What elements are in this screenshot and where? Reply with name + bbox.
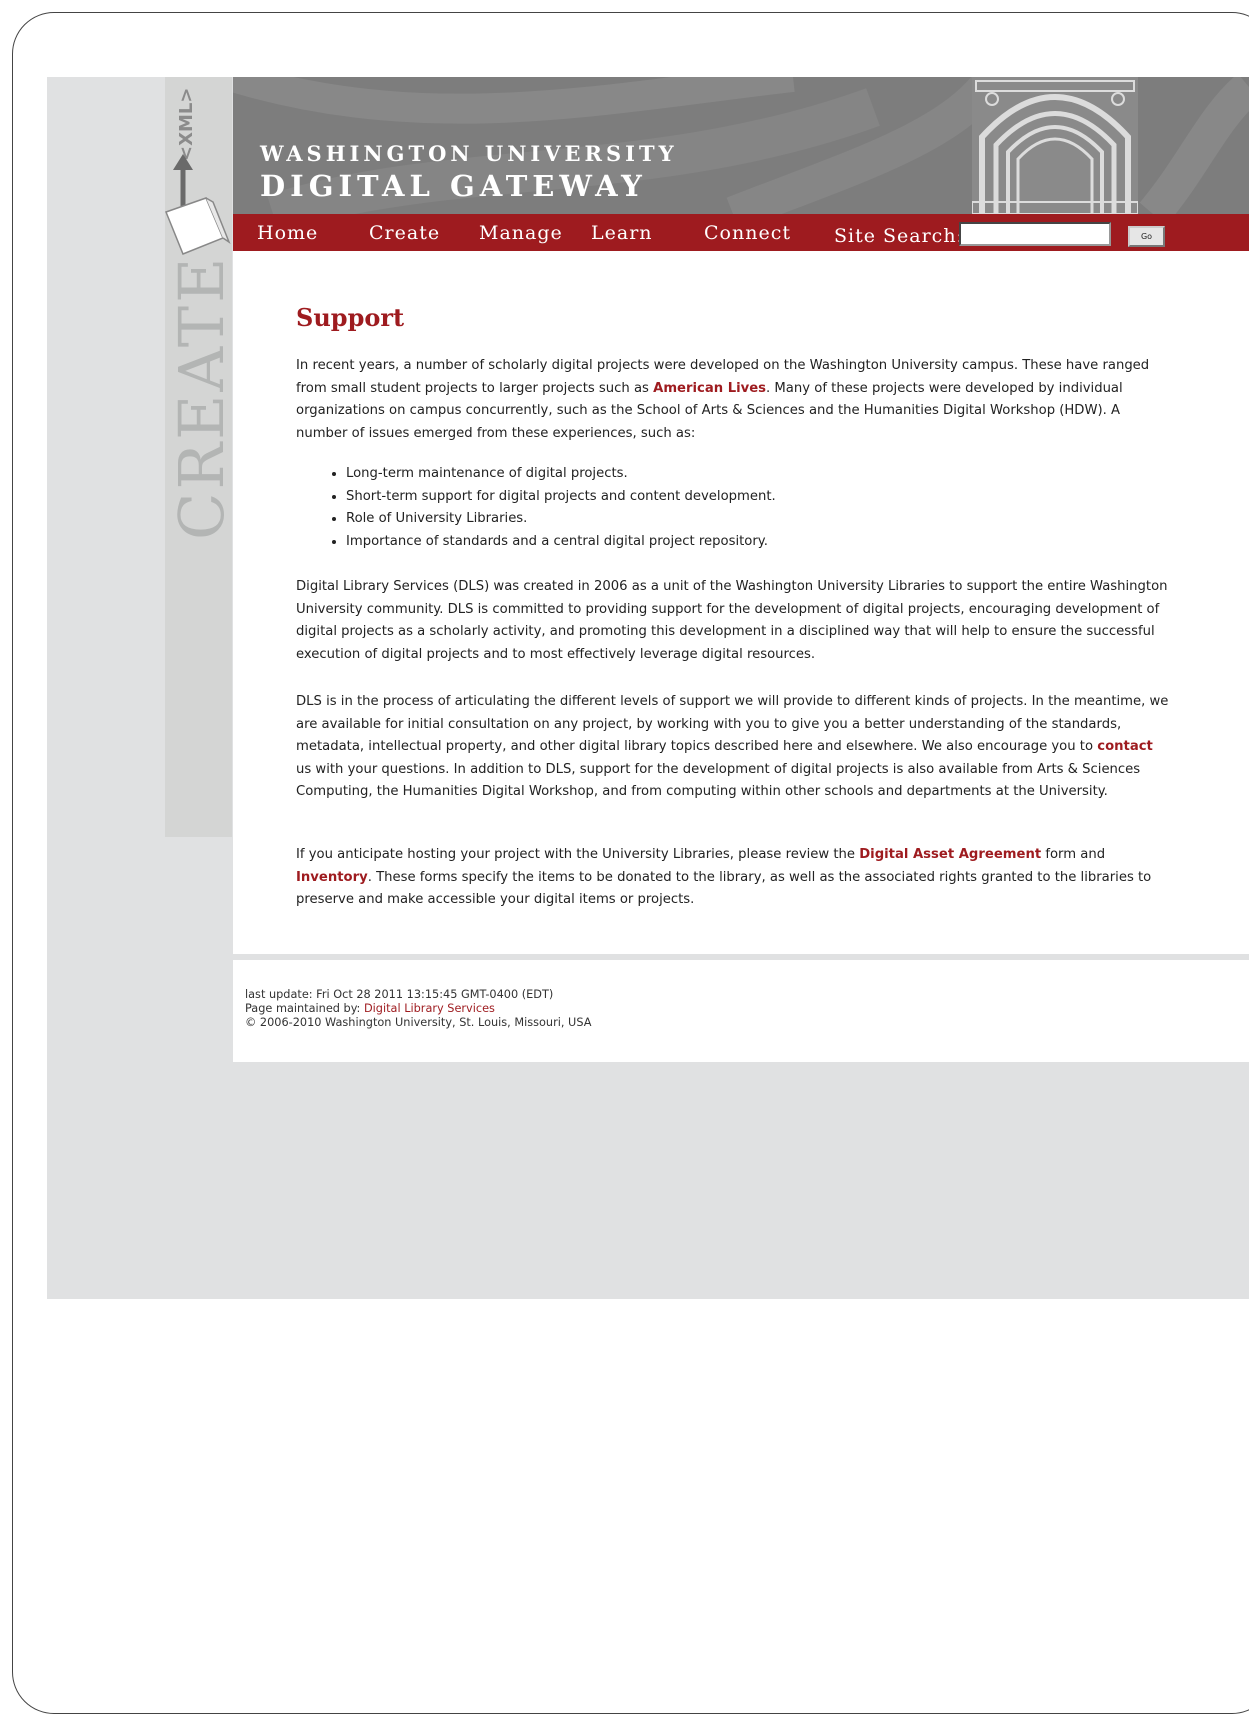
nav-learn[interactable]: Learn [591, 222, 653, 244]
nav-create[interactable]: Create [369, 222, 440, 244]
side-create-label: CREATE [165, 254, 238, 540]
list-item: Importance of standards and a central di… [346, 531, 1166, 554]
maintained-by-text: Page maintained by: Digital Library Serv… [245, 1002, 495, 1015]
list-item: Short-term support for digital projects … [346, 486, 1166, 509]
site-title-line1: WASHINGTON UNIVERSITY [260, 141, 678, 166]
site-header: WASHINGTON UNIVERSITY DIGITAL GATEWAY [233, 77, 1249, 214]
main-nav: Home Create Manage Learn Connect Site Se… [233, 214, 1249, 251]
american-lives-link[interactable]: American Lives [653, 381, 766, 396]
copyright-text: © 2006-2010 Washington University, St. L… [245, 1016, 592, 1029]
list-item: Role of University Libraries. [346, 508, 1166, 531]
last-update-text: last update: Fri Oct 28 2011 13:15:45 GM… [245, 988, 554, 1001]
archway-logo [972, 77, 1138, 214]
contact-link[interactable]: contact [1097, 739, 1153, 754]
page-footer: last update: Fri Oct 28 2011 13:15:45 GM… [233, 960, 1249, 1062]
book-upload-icon [165, 154, 231, 255]
main-content: Support In recent years, a number of sch… [233, 251, 1249, 954]
digital-asset-agreement-link[interactable]: Digital Asset Agreement [859, 847, 1041, 862]
digital-library-services-link[interactable]: Digital Library Services [364, 1002, 495, 1015]
dls-paragraph: Digital Library Services (DLS) was creat… [296, 579, 1168, 662]
footer-text: last update: Fri Oct 28 2011 13:15:45 GM… [245, 988, 591, 1030]
page-title: Support [296, 303, 405, 332]
intro-paragraph: In recent years, a number of scholarly d… [296, 358, 1150, 441]
inventory-link[interactable]: Inventory [296, 870, 368, 885]
nav-connect[interactable]: Connect [704, 222, 791, 244]
search-go-button[interactable]: Go [1128, 226, 1165, 247]
hosting-paragraph: If you anticipate hosting your project w… [296, 847, 1152, 907]
issues-list: Long-term maintenance of digital project… [296, 463, 1166, 553]
site-title-line2: DIGITAL GATEWAY [260, 169, 647, 203]
nav-manage[interactable]: Manage [479, 222, 563, 244]
list-item: Long-term maintenance of digital project… [346, 463, 1166, 486]
search-label: Site Search: [834, 225, 964, 247]
site-search-input[interactable] [959, 222, 1111, 246]
nav-home[interactable]: Home [257, 222, 318, 244]
support-paragraph: DLS is in the process of articulating th… [296, 694, 1169, 799]
